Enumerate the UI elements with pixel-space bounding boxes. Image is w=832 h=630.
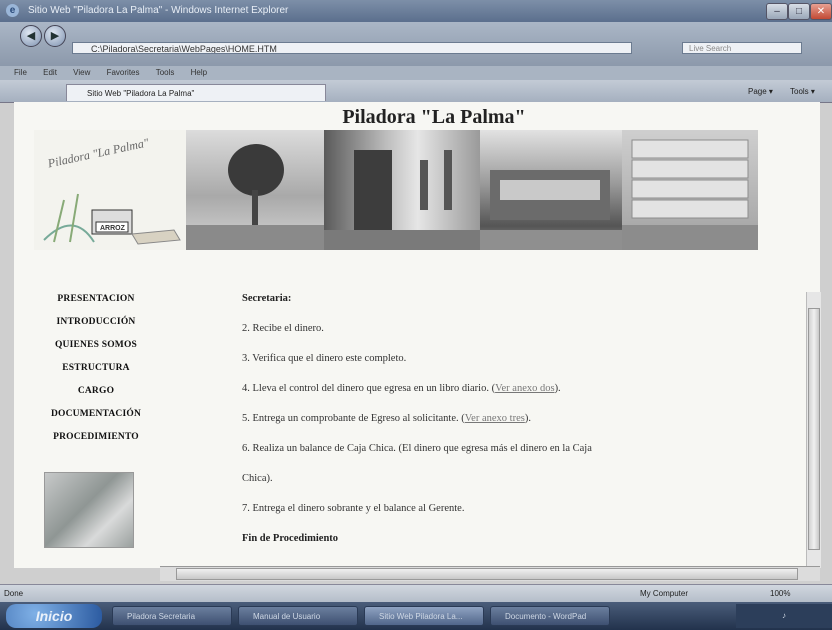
step-5: 5. Entrega un comprobante de Egreso al s… <box>242 412 712 442</box>
forward-button[interactable]: ▶ <box>44 25 66 47</box>
browser-tab[interactable]: Sitio Web "Piladora La Palma" <box>66 84 326 101</box>
taskbar-item-active[interactable]: Sitio Web Piladora La... <box>364 606 484 626</box>
banner-photo-sacks <box>622 130 758 250</box>
command-bar: Page ▾ Tools ▾ <box>600 84 832 100</box>
step-4-text: 4. Lleva el control del dinero que egres… <box>242 383 496 394</box>
step-4-after: ). <box>554 383 561 394</box>
nav-cargo[interactable]: CARGO <box>36 380 156 403</box>
sidebar-photo <box>44 472 134 548</box>
vertical-scroll-thumb[interactable] <box>808 308 820 550</box>
window-title: Sitio Web "Piladora La Palma" - Windows … <box>28 5 289 16</box>
section-heading: Secretaria: <box>242 293 292 304</box>
menu-bar: File Edit View Favorites Tools Help <box>0 66 832 80</box>
taskbar-item[interactable]: Documento - WordPad <box>490 606 610 626</box>
step-7: 7. Entrega el dinero sobrante y el balan… <box>242 503 465 514</box>
banner-photo-machine <box>480 130 622 250</box>
side-navigation: PRESENTACION INTRODUCCIÓN QUIENES SOMOS … <box>36 288 156 449</box>
nav-presentacion[interactable]: PRESENTACION <box>36 288 156 311</box>
menu-help[interactable]: Help <box>191 68 207 77</box>
maximize-button[interactable]: □ <box>788 3 810 20</box>
address-input[interactable]: C:\Piladora\Secretaria\WebPages\HOME.HTM <box>72 42 632 54</box>
step-5-text: 5. Entrega un comprobante de Egreso al s… <box>242 413 465 424</box>
status-text: Done <box>4 589 24 598</box>
banner-photo-workers <box>324 130 480 250</box>
step-2: 2. Recibe el dinero. <box>242 323 324 334</box>
step-5-after: ). <box>524 413 531 424</box>
close-button[interactable]: ✕ <box>810 3 832 20</box>
step-6: 6. Realiza un balance de Caja Chica. (El… <box>242 443 592 454</box>
banner-photo-tree <box>186 130 324 250</box>
zoom-level[interactable]: 100% <box>770 585 790 603</box>
status-zone: My Computer <box>640 589 689 598</box>
menu-edit[interactable]: Edit <box>43 68 57 77</box>
step-3: 3. Verifica que el dinero este completo. <box>242 353 407 364</box>
taskbar-item[interactable]: Manual de Usuario <box>238 606 358 626</box>
procedure-content: Secretaria: 2. Recibe el dinero. 3. Veri… <box>242 292 712 562</box>
menu-favorites[interactable]: Favorites <box>107 68 140 77</box>
start-button[interactable]: Inicio <box>6 604 102 628</box>
nav-quienes-somos[interactable]: QUIENES SOMOS <box>36 334 156 357</box>
company-logo: Piladora "La Palma" ARROZ <box>34 130 186 250</box>
logo-box-label: ARROZ <box>100 225 126 232</box>
menu-tools[interactable]: Tools <box>156 68 175 77</box>
minimize-button[interactable]: – <box>766 3 788 20</box>
status-bar: Done My Computer 100% <box>0 584 832 603</box>
speaker-icon[interactable]: ♪ <box>782 611 786 620</box>
menu-file[interactable]: File <box>14 68 27 77</box>
window-title-bar: e Sitio Web "Piladora La Palma" - Window… <box>0 0 832 22</box>
ver-anexo-tres-link[interactable]: Ver anexo tres <box>465 413 525 424</box>
menu-view[interactable]: View <box>73 68 90 77</box>
system-tray: ♪ <box>736 604 832 628</box>
nav-estructura[interactable]: ESTRUCTURA <box>36 357 156 380</box>
step-4: 4. Lleva el control del dinero que egres… <box>242 382 712 412</box>
page-title: Piladora "La Palma" <box>342 106 526 128</box>
nav-introduccion[interactable]: INTRODUCCIÓN <box>36 311 156 334</box>
search-input[interactable]: Live Search <box>682 42 802 54</box>
nav-procedimiento[interactable]: PROCEDIMIENTO <box>36 426 156 449</box>
step-6-continued: Chica). <box>242 473 273 484</box>
footer-heading: Fin de Procedimiento <box>242 533 339 544</box>
back-button[interactable]: ◀ <box>20 25 42 47</box>
header-banner <box>186 130 758 250</box>
horizontal-scroll-thumb[interactable] <box>176 568 798 580</box>
page-menu-button[interactable]: Page ▾ <box>748 84 773 100</box>
ie-logo-icon: e <box>6 4 19 17</box>
ver-anexo-dos-link[interactable]: Ver anexo dos <box>495 383 554 394</box>
taskbar-item[interactable]: Piladora Secretaria <box>112 606 232 626</box>
tools-menu-button[interactable]: Tools ▾ <box>790 84 815 100</box>
nav-documentacion[interactable]: DOCUMENTACIÓN <box>36 403 156 426</box>
page-content: Piladora "La Palma" Piladora "La Palma" … <box>14 102 820 568</box>
